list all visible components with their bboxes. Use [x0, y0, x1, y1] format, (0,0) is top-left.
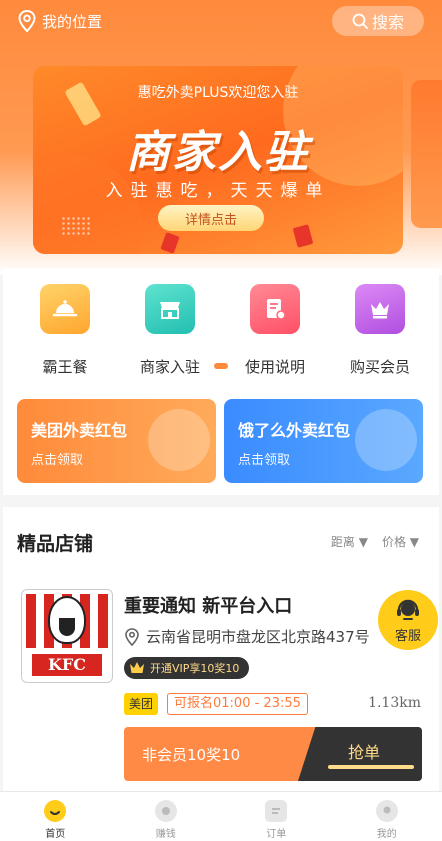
grid-item-free-meal[interactable]: 霸王餐	[13, 284, 117, 384]
eleme-logo-icon	[355, 409, 417, 471]
top-bar: 我的位置 搜索	[0, 0, 442, 44]
search-label: 搜索	[371, 13, 404, 32]
customer-service-button[interactable]: 客服	[378, 590, 438, 650]
location-pin-icon	[125, 627, 139, 646]
kangaroo-icon	[148, 409, 210, 471]
order-icon	[265, 800, 288, 822]
money-icon	[154, 800, 177, 822]
banner-details-button[interactable]: 详情点击	[158, 205, 264, 231]
banner-tagline: 入驻惠吃，天天爆单	[105, 181, 331, 201]
search-icon	[352, 13, 368, 29]
eleme-coupon-card[interactable]: 饿了么外卖红包 点击领取	[224, 399, 423, 483]
crown-icon	[130, 662, 144, 673]
promo-banner[interactable]: 惠吃外卖PLUS欢迎您入驻 商家入驻 入驻惠吃，天天爆单 详情点击	[33, 66, 403, 254]
logo-text: KFC	[32, 654, 102, 676]
shops-section: 精品店铺 距离 ▼ 价格 ▼ KFC 重要通知 新平台入口 云南省昆明市盘龙区北…	[3, 507, 439, 792]
banner-dots-decoration	[61, 216, 91, 236]
location-selector[interactable]: 我的位置	[18, 10, 102, 32]
sort-by-distance[interactable]: 距离 ▼	[331, 533, 368, 550]
service-label: 客服	[394, 629, 421, 644]
grid-label: 使用说明	[244, 358, 305, 376]
location-label: 我的位置	[42, 12, 103, 31]
banner-subtitle: 惠吃外卖PLUS欢迎您入驻	[137, 85, 299, 101]
tab-label: 首页	[45, 829, 66, 840]
grid-label: 商家入驻	[139, 358, 200, 376]
grab-order-button[interactable]: 抢单	[298, 727, 422, 781]
tab-label: 订单	[266, 829, 287, 840]
document-icon	[250, 284, 300, 334]
grid-item-buy-membership[interactable]: 购买会员	[328, 284, 432, 384]
sort-by-price[interactable]: 价格 ▼	[382, 533, 419, 550]
meituan-coupon-card[interactable]: 美团外卖红包 点击领取	[17, 399, 216, 483]
tab-home[interactable]: 首页	[0, 792, 111, 841]
shop-logo[interactable]: KFC	[21, 589, 113, 683]
banner-title: 商家入驻	[126, 127, 310, 178]
shop-name[interactable]: 重要通知 新平台入口	[124, 592, 292, 618]
tab-earn[interactable]: 赚钱	[111, 792, 222, 841]
sort-controls: 距离 ▼ 价格 ▼	[331, 533, 419, 550]
store-icon	[145, 284, 195, 334]
crown-icon	[355, 284, 405, 334]
grab-underline-decoration	[328, 765, 414, 769]
grid-item-instructions[interactable]: 使用说明	[223, 284, 327, 384]
shop-address: 云南省昆明市盘龙区北京路437号	[124, 626, 370, 647]
platform-tag: 美团	[124, 693, 159, 715]
red-envelope-icon	[160, 232, 180, 254]
grab-label: 抢单	[348, 743, 381, 762]
colonel-face-icon	[48, 596, 86, 644]
grab-order-bar: 非会员10奖10 抢单	[124, 727, 422, 781]
grid-label: 霸王餐	[42, 358, 88, 376]
tab-label: 赚钱	[155, 829, 176, 840]
tab-profile[interactable]: 我的	[332, 792, 442, 841]
time-window-tag: 可报名01:00 - 23:55	[167, 693, 308, 715]
page-indicator	[214, 363, 228, 369]
profile-icon	[375, 800, 398, 822]
feature-grid: 霸王餐 商家入驻 使用说明 购买会员	[3, 284, 439, 384]
grid-label: 购买会员	[349, 358, 410, 376]
quick-actions-card: 霸王餐 商家入驻 使用说明 购买会员 美团外卖红包 点击领取 饿了么外卖红包 点…	[3, 268, 439, 495]
home-icon	[44, 800, 67, 822]
search-button[interactable]: 搜索	[332, 6, 424, 36]
section-title: 精品店铺	[17, 533, 94, 555]
red-envelope-icon	[292, 224, 314, 248]
cloche-icon	[40, 284, 90, 334]
vip-label: 开通VIP享10奖10	[150, 662, 240, 675]
tab-label: 我的	[376, 829, 397, 840]
next-banner-peek[interactable]	[411, 80, 442, 228]
grid-item-merchant-join[interactable]: 商家入驻	[118, 284, 222, 384]
headset-icon	[397, 599, 419, 620]
address-text: 云南省昆明市盘龙区北京路437号	[146, 628, 370, 646]
tab-orders[interactable]: 订单	[221, 792, 332, 841]
location-pin-icon	[18, 10, 36, 32]
vip-badge[interactable]: 开通VIP享10奖10	[124, 657, 250, 679]
distance-value: 1.13km	[368, 695, 421, 711]
coupon-row: 美团外卖红包 点击领取 饿了么外卖红包 点击领取	[17, 399, 423, 483]
bottom-tab-bar: 首页 赚钱 订单 我的	[0, 791, 442, 841]
